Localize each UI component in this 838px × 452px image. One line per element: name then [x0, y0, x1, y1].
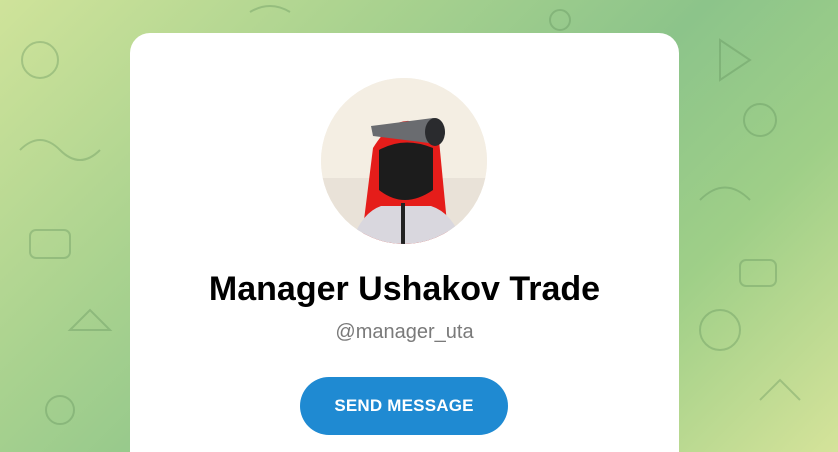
avatar-photo-icon [321, 78, 487, 244]
profile-username: @manager_uta [335, 321, 474, 343]
profile-card: Manager Ushakov Trade @manager_uta SEND … [130, 33, 679, 452]
profile-avatar [321, 78, 487, 244]
send-message-button[interactable]: SEND MESSAGE [300, 377, 508, 435]
profile-name: Manager Ushakov Trade [208, 270, 601, 308]
